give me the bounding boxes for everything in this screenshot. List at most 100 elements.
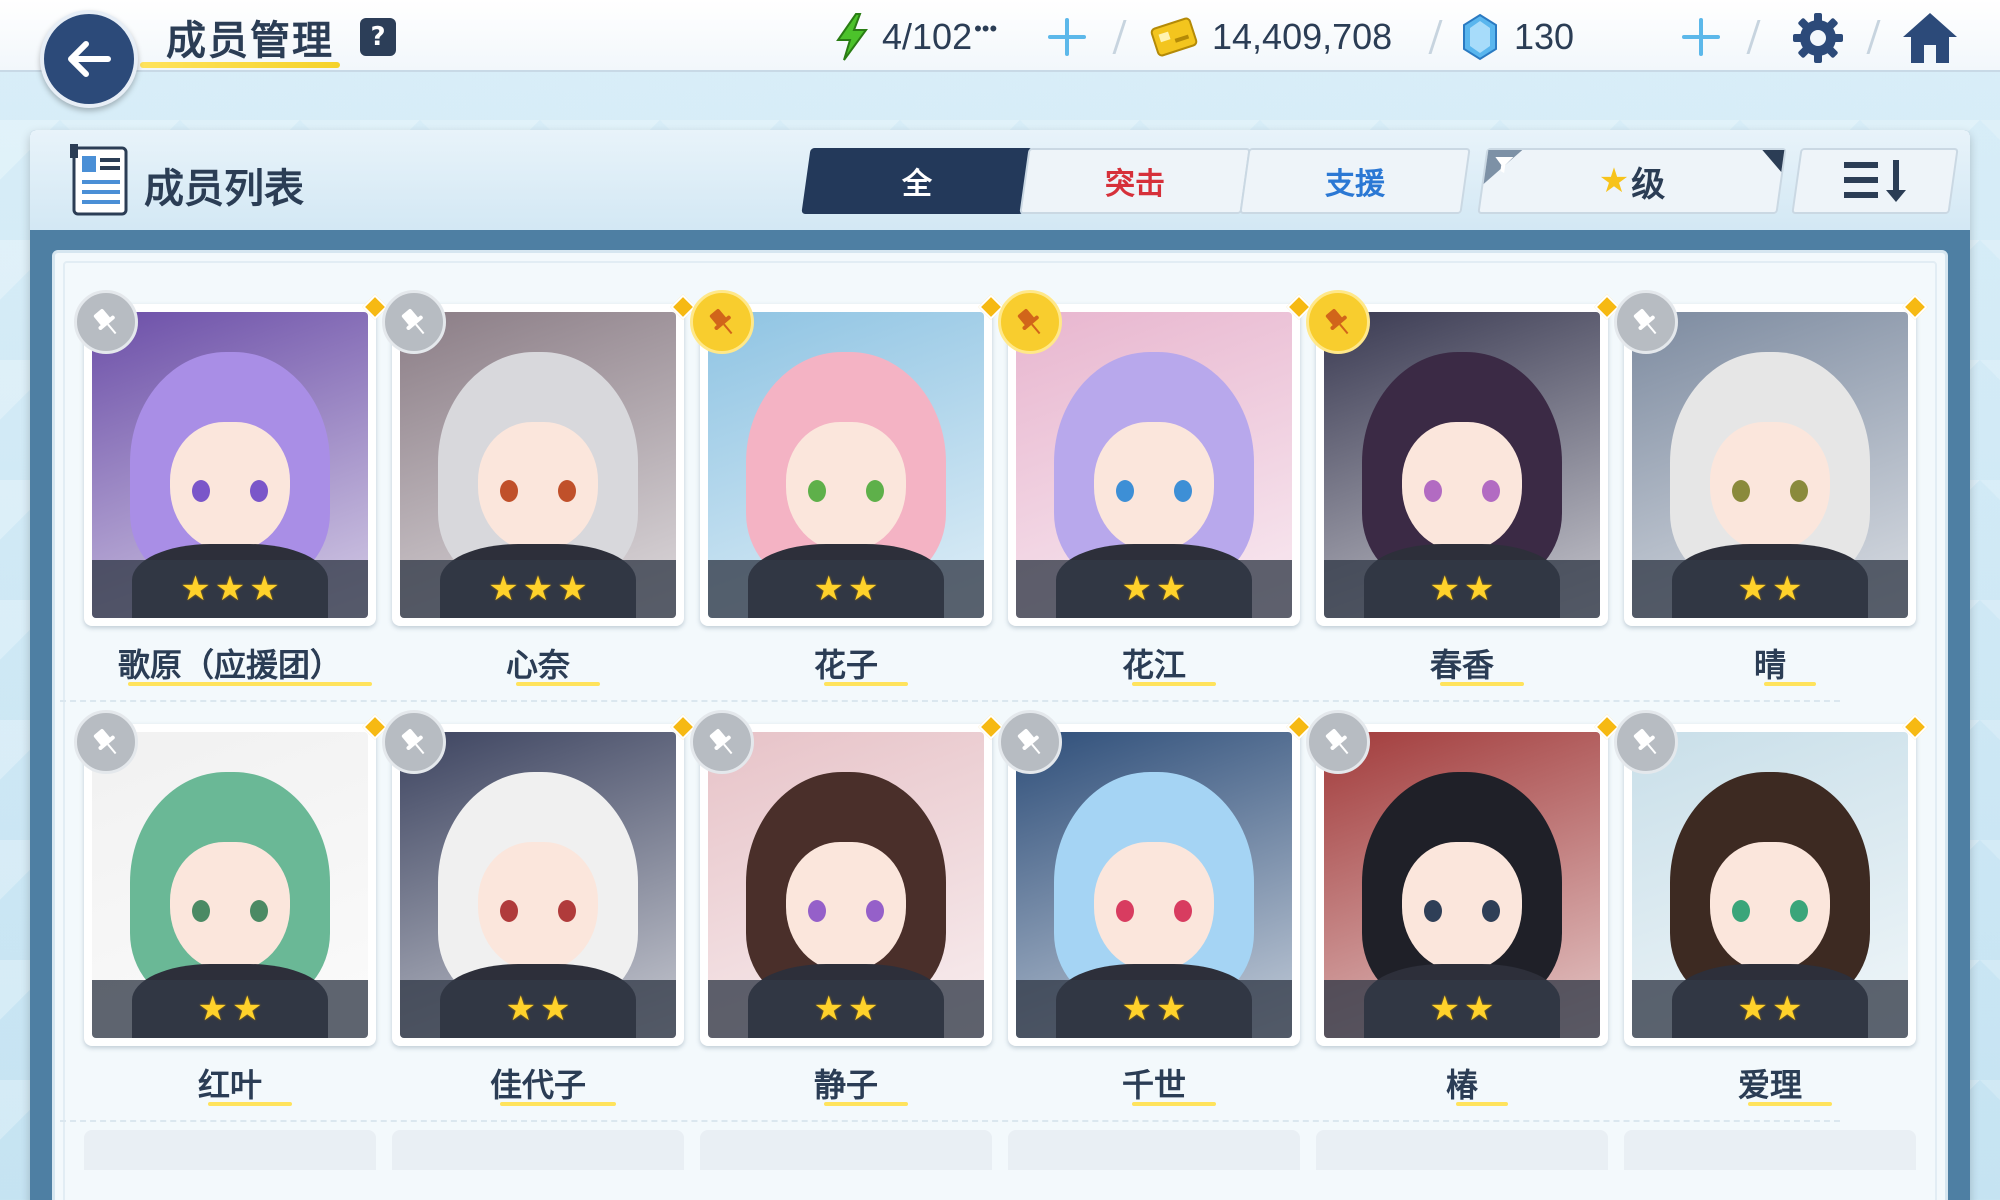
pin-button[interactable]: [690, 290, 754, 354]
student-card[interactable]: ★ ★: [998, 290, 1312, 626]
star-icon: ★: [232, 989, 263, 1029]
student-name: 春香: [1429, 646, 1494, 684]
student-card-partial[interactable]: [700, 1130, 992, 1170]
portrait-eye: [1174, 480, 1192, 502]
star-icon: ★: [505, 989, 536, 1029]
portrait-face: [1710, 422, 1830, 552]
pin-button[interactable]: [74, 710, 138, 774]
pin-icon: [1325, 729, 1349, 755]
pin-icon: [1325, 309, 1349, 335]
pin-button[interactable]: [998, 710, 1062, 774]
name-underline: [208, 1102, 292, 1106]
student-card-partial[interactable]: [1624, 1130, 1916, 1170]
arrow-left-icon: [68, 41, 111, 77]
student-card[interactable]: ★ ★: [382, 710, 696, 1046]
star-icon: ★: [1156, 569, 1187, 609]
name-underline: [1456, 1102, 1508, 1106]
student-card[interactable]: ★ ★: [1306, 290, 1620, 626]
portrait-face: [1094, 422, 1214, 552]
title-underline: [140, 62, 340, 68]
student-card[interactable]: ★ ★: [74, 710, 388, 1046]
pin-button[interactable]: [1306, 710, 1370, 774]
pin-button[interactable]: [1306, 290, 1370, 354]
filter-button[interactable]: ★ 级: [1477, 148, 1787, 214]
panel-title: 成员列表: [144, 166, 304, 212]
portrait-eye: [1116, 480, 1134, 502]
portrait-face: [1402, 842, 1522, 972]
star-icon: ★: [488, 569, 519, 609]
name-underline: [128, 682, 372, 686]
tab-label: 突击: [1105, 167, 1165, 202]
student-card[interactable]: ★ ★: [690, 290, 1004, 626]
star-rating: ★ ★: [1324, 560, 1600, 618]
portrait-eye: [500, 900, 518, 922]
sort-button[interactable]: [1791, 148, 1959, 214]
pin-icon: [401, 309, 425, 335]
separator: [1866, 20, 1881, 54]
pin-button[interactable]: [690, 710, 754, 774]
student-name: 花江: [1121, 646, 1186, 684]
tab-label: 全: [902, 167, 932, 202]
name-underline: [824, 1102, 908, 1106]
student-card[interactable]: ★ ★ ★: [382, 290, 696, 626]
tab-striker[interactable]: 突击: [1019, 148, 1251, 214]
pin-button[interactable]: [1614, 290, 1678, 354]
portrait-face: [1402, 422, 1522, 552]
pin-button[interactable]: [1614, 710, 1678, 774]
student-portrait: ★ ★: [708, 732, 984, 1038]
ap-plus-button[interactable]: [1044, 14, 1090, 60]
student-name: 红叶: [197, 1066, 262, 1104]
student-portrait: ★ ★: [1632, 732, 1908, 1038]
portrait-face: [786, 842, 906, 972]
student-portrait: ★ ★: [400, 732, 676, 1038]
name-underline: [1748, 1102, 1832, 1106]
student-card[interactable]: ★ ★: [998, 710, 1312, 1046]
star-icon: ★: [180, 569, 211, 609]
portrait-eye: [1116, 900, 1134, 922]
student-card-partial[interactable]: [392, 1130, 684, 1170]
tab-all[interactable]: 全: [801, 148, 1033, 214]
student-card[interactable]: ★ ★: [1306, 710, 1620, 1046]
portrait-eye: [1482, 480, 1500, 502]
portrait-eye: [250, 480, 268, 502]
portrait-eye: [250, 900, 268, 922]
portrait-face: [478, 422, 598, 552]
home-button[interactable]: [1900, 8, 1960, 68]
pin-button[interactable]: [998, 290, 1062, 354]
student-card[interactable]: ★ ★: [690, 710, 1004, 1046]
star-icon: ★: [557, 569, 588, 609]
star-icon: ★: [522, 569, 554, 609]
back-button[interactable]: [40, 10, 138, 108]
student-card[interactable]: ★ ★: [1614, 710, 1928, 1046]
portrait-eye: [808, 480, 826, 502]
gear-icon: [1793, 13, 1843, 63]
student-card[interactable]: ★ ★: [1614, 290, 1928, 626]
settings-button[interactable]: [1788, 8, 1848, 68]
star-rating: ★ ★: [400, 980, 676, 1038]
pin-button[interactable]: [74, 290, 138, 354]
student-card-partial[interactable]: [1008, 1130, 1300, 1170]
portrait-eye: [1732, 900, 1750, 922]
tab-special[interactable]: 支援: [1239, 148, 1471, 214]
student-name: 佳代子: [489, 1066, 586, 1104]
pin-icon: [93, 309, 117, 335]
pin-icon: [1633, 729, 1657, 755]
pin-icon: [401, 729, 425, 755]
top-bar: 成员管理 ? 4/102 ••• 14,409,708 130: [0, 0, 2000, 72]
student-portrait: ★ ★: [1016, 312, 1292, 618]
pin-button[interactable]: [382, 710, 446, 774]
star-icon: ★: [813, 989, 844, 1029]
student-card-partial[interactable]: [1316, 1130, 1608, 1170]
star-rating: ★ ★ ★: [400, 560, 676, 618]
student-card-partial[interactable]: [84, 1130, 376, 1170]
help-button[interactable]: ?: [360, 18, 396, 56]
gems-plus-button[interactable]: [1678, 14, 1724, 60]
student-name: 千世: [1121, 1066, 1186, 1104]
student-card[interactable]: ★ ★ ★: [74, 290, 388, 626]
portrait-face: [786, 422, 906, 552]
name-underline: [1132, 682, 1216, 686]
star-icon: ★: [1772, 569, 1803, 609]
pin-icon: [1017, 309, 1041, 335]
pin-button[interactable]: [382, 290, 446, 354]
home-icon: [1903, 13, 1957, 63]
